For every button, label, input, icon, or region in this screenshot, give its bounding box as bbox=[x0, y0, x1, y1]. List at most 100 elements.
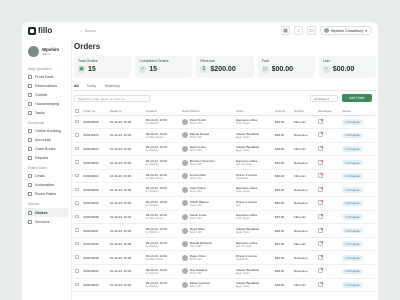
sidebar-item-automation[interactable]: Automation bbox=[22, 181, 71, 190]
row-checkbox[interactable] bbox=[75, 119, 79, 124]
status-badge[interactable]: In Progress bbox=[342, 241, 363, 247]
order-detail: Cold, Sugar bbox=[235, 190, 250, 194]
room-number: Room 204 bbox=[189, 190, 202, 194]
table-row[interactable]: #20230300 10-10-23, 10:03 09-10-23, 10:03 b… bbox=[74, 182, 376, 198]
table-row[interactable]: #20230297 10-10-23, 10:03 09-10-23, 10:03 b… bbox=[74, 223, 376, 238]
stat-label: Completed Orders bbox=[139, 59, 169, 63]
calendar-icon[interactable]: ▦ bbox=[281, 26, 290, 35]
guest-text: Floyd Miles Room 109 bbox=[190, 227, 205, 234]
row-checkbox[interactable] bbox=[75, 255, 79, 259]
status-badge[interactable]: In Progress bbox=[342, 119, 363, 125]
sidebar-item-online-booking[interactable]: Online Booking bbox=[22, 127, 71, 136]
order-cell: Classic Breakfast Eggs, Toast bbox=[234, 142, 274, 157]
order-search-input[interactable]: Search by order, guest, or room no. bbox=[74, 95, 150, 102]
order-number: #20230293 bbox=[82, 278, 109, 293]
order-detail: Eggs, Toast bbox=[235, 149, 250, 153]
table-row[interactable]: #20230304 10-10-23, 10:03 09-10-23, 10:03 b… bbox=[74, 128, 376, 143]
sidebar-item-orders[interactable]: Orders bbox=[25, 208, 68, 218]
order-cell: Dinner 3 course Vegetarian bbox=[234, 169, 274, 184]
status-badge[interactable]: In Progress bbox=[342, 200, 363, 207]
message-icon[interactable] bbox=[318, 227, 324, 233]
global-search[interactable]: ⌕ Search bbox=[80, 26, 200, 36]
created-cell: 09-10-23, 10:03 by Wpshim bbox=[144, 155, 181, 170]
created-by: by Wpshim bbox=[145, 271, 159, 275]
app-logo[interactable]: fillo bbox=[28, 26, 52, 35]
message-icon[interactable] bbox=[318, 173, 324, 179]
row-checkbox[interactable] bbox=[75, 146, 79, 151]
table-row[interactable]: #20230295 10-10-23, 10:03 09-10-23, 10:03 b… bbox=[74, 250, 376, 266]
bell-icon[interactable]: ♪ bbox=[294, 26, 303, 35]
chat-icon[interactable]: ▭ bbox=[307, 26, 316, 35]
message-icon[interactable] bbox=[318, 254, 324, 260]
row-checkbox[interactable] bbox=[75, 241, 79, 246]
table-row[interactable]: #20230298 10-10-23, 10:03 09-10-23, 10:03 b… bbox=[74, 210, 376, 225]
message-icon[interactable] bbox=[318, 145, 324, 151]
table-row[interactable]: #20230301 10-10-23, 10:03 09-10-23, 10:03 b… bbox=[74, 169, 376, 184]
status-badge[interactable]: In Progress bbox=[342, 254, 363, 261]
message-icon[interactable] bbox=[318, 186, 324, 192]
status-badge[interactable]: In Progress bbox=[342, 282, 363, 288]
sidebar-item-reservations[interactable]: Reservations bbox=[22, 82, 71, 91]
row-checkbox[interactable] bbox=[75, 228, 79, 232]
status-badge[interactable]: In Progress bbox=[342, 132, 363, 139]
status-filter[interactable]: All Status ▾ bbox=[310, 95, 338, 102]
sidebar-item-room-rates[interactable]: Room Rates bbox=[22, 190, 71, 199]
stat-row: ▭ $00.00 bbox=[261, 66, 311, 73]
amount: $18.00 bbox=[273, 128, 294, 143]
status-badge[interactable]: In Progress bbox=[342, 173, 363, 179]
guest: David Smith Room 203 bbox=[181, 118, 234, 125]
row-checkbox[interactable] bbox=[75, 133, 79, 137]
sidebar-item-deals[interactable]: Deals bbox=[22, 172, 71, 181]
messages-cell bbox=[317, 210, 342, 225]
row-checkbox[interactable] bbox=[75, 173, 79, 178]
sidebar-item-guests[interactable]: Guests bbox=[22, 91, 71, 100]
message-icon[interactable] bbox=[318, 281, 324, 287]
sidebar-item-reports[interactable]: Reports bbox=[22, 153, 71, 162]
status-badge[interactable]: In Progress bbox=[342, 159, 363, 166]
message-icon[interactable] bbox=[318, 213, 324, 219]
sidebar-item-front-desk[interactable]: Front Desk bbox=[22, 73, 71, 82]
sidebar-item-services[interactable]: Services bbox=[22, 217, 71, 226]
row-checkbox[interactable] bbox=[75, 201, 79, 205]
sidebar-item-tasks[interactable]: Tasks bbox=[22, 108, 71, 117]
table-row[interactable]: #20230294 10-10-23, 10:03 09-10-23, 10:03 b… bbox=[74, 264, 376, 279]
avatar bbox=[324, 28, 329, 33]
row-checkbox[interactable] bbox=[75, 282, 79, 287]
message-icon[interactable] bbox=[318, 241, 324, 247]
status-badge[interactable]: In Progress bbox=[342, 214, 363, 220]
message-icon[interactable] bbox=[318, 159, 324, 165]
status-badge[interactable]: In Progress bbox=[342, 227, 363, 234]
nav-icon bbox=[28, 210, 32, 215]
table-row[interactable]: #20230293 10-10-23, 10:03 09-10-23, 10:03 b… bbox=[74, 278, 376, 293]
message-icon[interactable] bbox=[318, 200, 324, 206]
add-order-button[interactable]: Add Order bbox=[342, 94, 372, 102]
select-cell bbox=[74, 182, 83, 198]
sidebar-item-accounts[interactable]: Accounts bbox=[22, 136, 71, 145]
guest-cell: Esther Howard Room 201 bbox=[180, 278, 235, 293]
table-row[interactable]: #20230305 10-10-23, 10:03 09-10-23, 10:03 b… bbox=[74, 115, 376, 130]
row-checkbox[interactable] bbox=[75, 187, 79, 192]
order-cell: Dinner 3 course Fish bbox=[234, 196, 274, 211]
table-row[interactable]: #20230299 10-10-23, 10:03 09-10-23, 10:03 b… bbox=[74, 196, 376, 211]
select-all-checkbox[interactable] bbox=[75, 109, 79, 113]
sidebar-item-housekeeping[interactable]: Housekeeping bbox=[22, 99, 71, 108]
created-by: by Wpshim bbox=[145, 203, 159, 207]
message-icon[interactable] bbox=[318, 118, 324, 124]
table-row[interactable]: #20230303 10-10-23, 10:03 09-10-23, 10:03 b… bbox=[74, 142, 376, 157]
message-icon[interactable] bbox=[318, 132, 324, 138]
row-checkbox[interactable] bbox=[75, 269, 79, 273]
row-checkbox[interactable] bbox=[75, 214, 79, 219]
user-menu[interactable]: Wpshim Chowdhury ▾ bbox=[320, 26, 372, 35]
status-badge[interactable]: In Progress bbox=[342, 268, 363, 275]
sidebar-item-label: Reports bbox=[35, 155, 49, 160]
sidebar-item-cash-books[interactable]: Cash Books bbox=[22, 144, 71, 153]
amount: $12.00 bbox=[273, 155, 294, 170]
row-checkbox[interactable] bbox=[75, 160, 79, 164]
created-cell: 09-10-23, 10:03 by Wpshim bbox=[144, 182, 181, 198]
table-row[interactable]: #20230296 10-10-23, 10:03 09-10-23, 10:03 b… bbox=[74, 237, 376, 252]
status-badge[interactable]: In Progress bbox=[342, 186, 363, 193]
status-badge[interactable]: In Progress bbox=[342, 146, 363, 152]
message-icon[interactable] bbox=[318, 268, 324, 274]
profile-card[interactable]: Wpshim Admin bbox=[22, 40, 71, 63]
table-row[interactable]: #20230302 10-10-23, 10:03 09-10-23, 10:03 b… bbox=[74, 155, 376, 170]
